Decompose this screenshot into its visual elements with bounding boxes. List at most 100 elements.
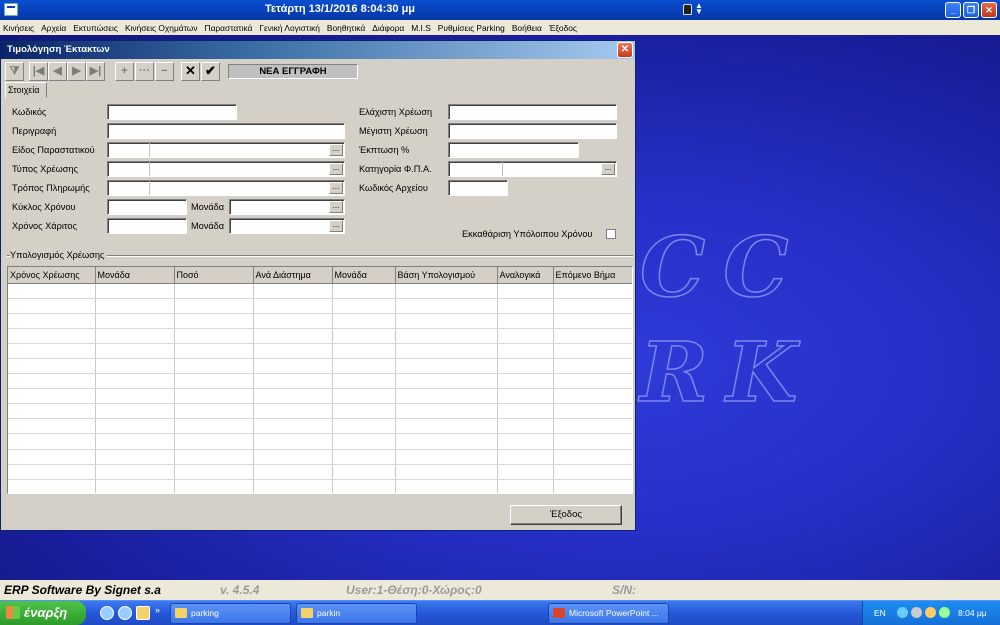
minimize-button[interactable]: _ (945, 2, 961, 18)
task-powerpoint[interactable]: Microsoft PowerPoint ... (548, 603, 669, 624)
table-cell[interactable] (395, 373, 498, 390)
table-cell[interactable] (174, 479, 254, 493)
table-cell[interactable] (253, 313, 333, 329)
security-tray-icon[interactable] (925, 607, 936, 618)
table-cell[interactable] (395, 358, 498, 375)
table-cell[interactable] (553, 343, 632, 359)
table-cell[interactable] (553, 449, 632, 465)
table-cell[interactable] (395, 449, 498, 465)
table-cell[interactable] (253, 418, 333, 435)
table-cell[interactable] (395, 479, 498, 493)
table-cell[interactable] (174, 328, 254, 344)
table-cell[interactable] (497, 313, 554, 329)
chevron-icon[interactable]: » (155, 605, 160, 615)
menu-item-ektyposeis[interactable]: Εκτυπώσεις (73, 23, 118, 33)
table-cell[interactable] (553, 313, 632, 329)
table-cell[interactable] (395, 313, 498, 329)
filter-icon[interactable]: ⧩ (5, 62, 24, 81)
first-record-icon[interactable]: |◀ (29, 62, 48, 81)
table-cell[interactable] (8, 433, 96, 450)
max-charge-input[interactable] (448, 123, 617, 139)
table-cell[interactable] (497, 449, 554, 465)
table-row[interactable] (8, 358, 632, 375)
table-cell[interactable] (8, 479, 96, 493)
table-cell[interactable] (8, 464, 96, 480)
table-cell[interactable] (332, 388, 396, 405)
table-cell[interactable] (174, 449, 254, 465)
start-button[interactable]: έναρξη (0, 601, 86, 625)
table-cell[interactable] (332, 403, 396, 420)
table-cell[interactable] (332, 373, 396, 390)
table-cell[interactable] (253, 433, 333, 450)
table-row[interactable] (8, 449, 632, 465)
menu-item-parastatika[interactable]: Παραστατικά (205, 23, 253, 33)
table-row[interactable] (8, 313, 632, 329)
menu-item-general-ledger[interactable]: Γενική Λογιστική (259, 23, 320, 33)
table-cell[interactable] (395, 298, 498, 314)
table-cell[interactable] (174, 388, 254, 405)
table-row[interactable] (8, 479, 632, 493)
table-cell[interactable] (174, 313, 254, 329)
table-cell[interactable] (553, 479, 632, 493)
ie-icon[interactable] (100, 606, 114, 620)
table-cell[interactable] (95, 358, 175, 375)
min-charge-input[interactable] (448, 104, 617, 120)
table-cell[interactable] (8, 283, 96, 299)
next-record-icon[interactable]: ▶ (67, 62, 86, 81)
table-cell[interactable] (497, 433, 554, 450)
table-cell[interactable] (253, 464, 333, 480)
table-cell[interactable] (8, 449, 96, 465)
table-row[interactable] (8, 298, 632, 314)
table-cell[interactable] (174, 283, 254, 299)
table-row[interactable] (8, 343, 632, 359)
help-tray-icon[interactable] (897, 607, 908, 618)
language-indicator[interactable]: EN (874, 608, 886, 618)
vat-category-ellipsis-button[interactable]: ... (601, 163, 615, 175)
col-header-calc-basis[interactable]: Βάση Υπολογισμού (395, 267, 498, 284)
grace-time-unit-ellipsis-button[interactable]: ... (329, 220, 343, 232)
table-cell[interactable] (395, 283, 498, 299)
tab-stoixeia[interactable]: Στοιχεία (5, 82, 47, 98)
time-cycle-input[interactable] (107, 199, 187, 215)
network-tray-icon[interactable] (911, 607, 922, 618)
payment-method-lookup[interactable]: ... (107, 180, 345, 196)
table-row[interactable] (8, 403, 632, 420)
clear-remaining-checkbox[interactable] (606, 229, 616, 239)
col-header-amount[interactable]: Ποσό (174, 267, 254, 284)
table-cell[interactable] (395, 403, 498, 420)
table-cell[interactable] (553, 328, 632, 344)
close-button[interactable]: ✕ (981, 2, 997, 18)
table-cell[interactable] (174, 403, 254, 420)
table-cell[interactable] (553, 403, 632, 420)
table-cell[interactable] (95, 403, 175, 420)
col-header-proportional[interactable]: Αναλογικά (497, 267, 554, 284)
folder-icon[interactable] (136, 606, 150, 620)
table-cell[interactable] (497, 388, 554, 405)
table-cell[interactable] (497, 403, 554, 420)
table-cell[interactable] (95, 479, 175, 493)
table-cell[interactable] (8, 343, 96, 359)
table-cell[interactable] (174, 418, 254, 435)
table-cell[interactable] (395, 418, 498, 435)
menu-item-auxiliary[interactable]: Βοηθητικά (327, 23, 365, 33)
delete-record-icon[interactable]: − (155, 62, 174, 81)
table-cell[interactable] (95, 283, 175, 299)
wifi-tray-icon[interactable] (939, 607, 950, 618)
charge-type-ellipsis-button[interactable]: ... (329, 163, 343, 175)
table-cell[interactable] (497, 343, 554, 359)
vat-category-lookup[interactable]: ... (448, 161, 617, 177)
table-cell[interactable] (395, 388, 498, 405)
table-cell[interactable] (253, 373, 333, 390)
restore-button[interactable]: ❐ (963, 2, 979, 18)
table-cell[interactable] (553, 464, 632, 480)
table-cell[interactable] (8, 388, 96, 405)
table-cell[interactable] (332, 313, 396, 329)
table-cell[interactable] (174, 433, 254, 450)
file-code-input[interactable] (448, 180, 508, 196)
table-cell[interactable] (332, 433, 396, 450)
table-cell[interactable] (95, 373, 175, 390)
table-cell[interactable] (553, 433, 632, 450)
table-row[interactable] (8, 433, 632, 450)
table-cell[interactable] (497, 358, 554, 375)
charge-type-lookup[interactable]: ... (107, 161, 345, 177)
